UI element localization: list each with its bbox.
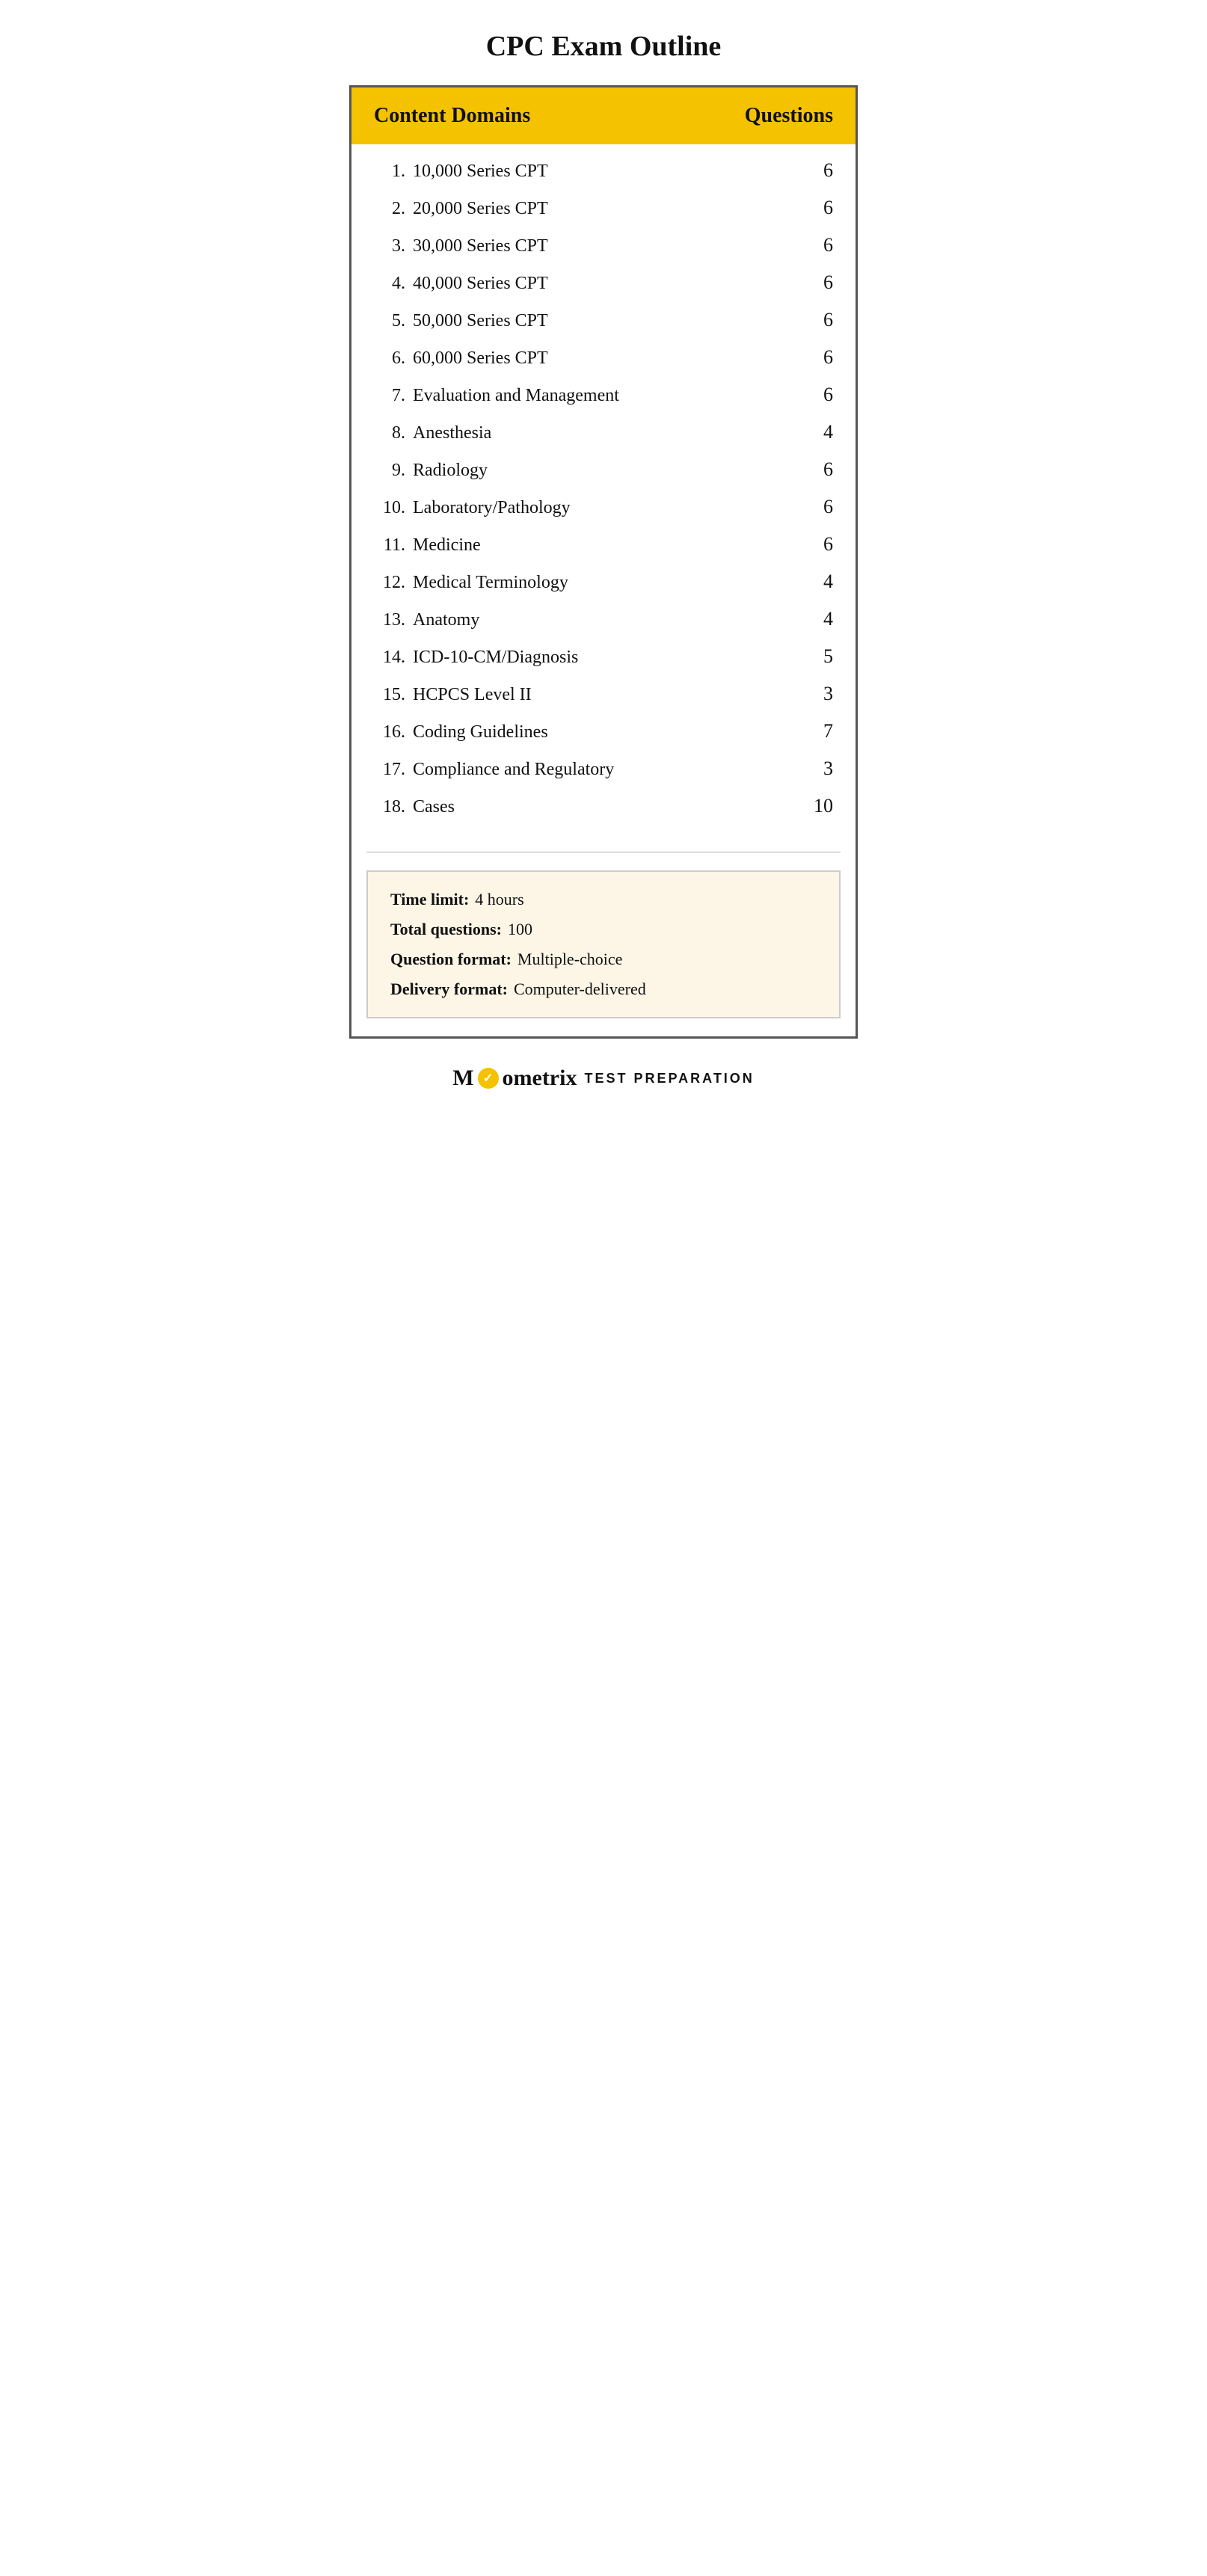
row-name: Medical Terminology bbox=[408, 573, 568, 593]
row-name: Anesthesia bbox=[408, 423, 491, 443]
table-row: 6. 60,000 Series CPT 6 bbox=[374, 339, 833, 376]
question-format-label: Question format: bbox=[390, 950, 512, 969]
row-name: 60,000 Series CPT bbox=[408, 348, 548, 369]
total-questions-value: 100 bbox=[508, 920, 532, 939]
row-number: 12. bbox=[374, 573, 405, 593]
row-name: 20,000 Series CPT bbox=[408, 199, 548, 219]
table-row: 4. 40,000 Series CPT 6 bbox=[374, 264, 833, 301]
table-row: 1. 10,000 Series CPT 6 bbox=[374, 152, 833, 189]
logo-test-preparation: TEST PREPARATION bbox=[584, 1071, 754, 1086]
row-name: Medicine bbox=[408, 535, 481, 556]
logo-etrix: ometrix bbox=[503, 1066, 577, 1091]
row-count: 5 bbox=[811, 645, 833, 668]
table-row: 14. ICD-10-CM/Diagnosis 5 bbox=[374, 638, 833, 675]
row-name: Cases bbox=[408, 797, 455, 817]
table-row: 7. Evaluation and Management 6 bbox=[374, 376, 833, 414]
footer-logo: M ✓ ometrix TEST PREPARATION bbox=[452, 1066, 755, 1091]
delivery-format-label: Delivery format: bbox=[390, 980, 508, 999]
row-number: 4. bbox=[374, 274, 405, 294]
row-count: 3 bbox=[811, 757, 833, 780]
row-count: 6 bbox=[811, 346, 833, 369]
total-questions-label: Total questions: bbox=[390, 920, 502, 939]
delivery-format-value: Computer-delivered bbox=[514, 980, 646, 999]
row-number: 11. bbox=[374, 535, 405, 556]
table-row: 8. Anesthesia 4 bbox=[374, 414, 833, 451]
page-title: CPC Exam Outline bbox=[486, 30, 722, 63]
info-delivery-format: Delivery format: Computer-delivered bbox=[390, 980, 817, 999]
row-count: 6 bbox=[811, 533, 833, 556]
info-question-format: Question format: Multiple-choice bbox=[390, 950, 817, 969]
row-name: Compliance and Regulatory bbox=[408, 760, 614, 780]
column-header-domains: Content Domains bbox=[374, 104, 530, 128]
row-name: Coding Guidelines bbox=[408, 722, 548, 743]
row-name: ICD-10-CM/Diagnosis bbox=[408, 648, 578, 668]
row-count: 6 bbox=[811, 197, 833, 219]
row-count: 6 bbox=[811, 234, 833, 256]
row-number: 10. bbox=[374, 498, 405, 518]
row-name: 10,000 Series CPT bbox=[408, 162, 548, 182]
row-count: 6 bbox=[811, 309, 833, 331]
row-count: 7 bbox=[811, 720, 833, 743]
table-row: 5. 50,000 Series CPT 6 bbox=[374, 301, 833, 339]
row-number: 5. bbox=[374, 311, 405, 331]
row-number: 8. bbox=[374, 423, 405, 443]
table-row: 10. Laboratory/Pathology 6 bbox=[374, 488, 833, 526]
row-number: 1. bbox=[374, 162, 405, 182]
row-name: Evaluation and Management bbox=[408, 386, 619, 406]
row-name: 30,000 Series CPT bbox=[408, 236, 548, 256]
info-box: Time limit: 4 hours Total questions: 100… bbox=[366, 870, 841, 1018]
table-row: 2. 20,000 Series CPT 6 bbox=[374, 189, 833, 227]
row-name: 50,000 Series CPT bbox=[408, 311, 548, 331]
row-count: 3 bbox=[811, 683, 833, 705]
row-number: 15. bbox=[374, 685, 405, 705]
row-count: 10 bbox=[811, 795, 833, 817]
time-limit-label: Time limit: bbox=[390, 890, 469, 909]
question-format-value: Multiple-choice bbox=[517, 950, 623, 969]
row-name: Anatomy bbox=[408, 610, 479, 630]
row-count: 4 bbox=[811, 571, 833, 593]
table-row: 11. Medicine 6 bbox=[374, 526, 833, 563]
row-number: 9. bbox=[374, 461, 405, 481]
row-number: 2. bbox=[374, 199, 405, 219]
time-limit-value: 4 hours bbox=[475, 890, 523, 909]
main-table: Content Domains Questions 1. 10,000 Seri… bbox=[349, 85, 858, 1039]
row-count: 6 bbox=[811, 271, 833, 294]
row-count: 6 bbox=[811, 384, 833, 406]
row-name: Laboratory/Pathology bbox=[408, 498, 571, 518]
table-row: 13. Anatomy 4 bbox=[374, 600, 833, 638]
row-count: 6 bbox=[811, 496, 833, 518]
table-row: 12. Medical Terminology 4 bbox=[374, 563, 833, 600]
row-name: Radiology bbox=[408, 461, 488, 481]
table-row: 3. 30,000 Series CPT 6 bbox=[374, 227, 833, 264]
row-count: 4 bbox=[811, 421, 833, 443]
logo-checkmark-icon: ✓ bbox=[478, 1068, 499, 1089]
row-number: 16. bbox=[374, 722, 405, 743]
row-count: 6 bbox=[811, 159, 833, 182]
logo-m: M bbox=[452, 1066, 473, 1091]
table-row: 18. Cases 10 bbox=[374, 787, 833, 825]
table-body: 1. 10,000 Series CPT 6 2. 20,000 Series … bbox=[351, 144, 856, 840]
table-row: 9. Radiology 6 bbox=[374, 451, 833, 488]
column-header-questions: Questions bbox=[745, 104, 833, 128]
row-count: 6 bbox=[811, 458, 833, 481]
table-row: 16. Coding Guidelines 7 bbox=[374, 713, 833, 750]
table-row: 15. HCPCS Level II 3 bbox=[374, 675, 833, 713]
row-number: 3. bbox=[374, 236, 405, 256]
row-name: HCPCS Level II bbox=[408, 685, 532, 705]
table-row: 17. Compliance and Regulatory 3 bbox=[374, 750, 833, 787]
row-number: 18. bbox=[374, 797, 405, 817]
table-header: Content Domains Questions bbox=[351, 87, 856, 144]
row-count: 4 bbox=[811, 608, 833, 630]
row-number: 7. bbox=[374, 386, 405, 406]
info-total-questions: Total questions: 100 bbox=[390, 920, 817, 939]
info-time-limit: Time limit: 4 hours bbox=[390, 890, 817, 909]
row-number: 17. bbox=[374, 760, 405, 780]
row-number: 6. bbox=[374, 348, 405, 369]
row-number: 14. bbox=[374, 648, 405, 668]
row-name: 40,000 Series CPT bbox=[408, 274, 548, 294]
row-number: 13. bbox=[374, 610, 405, 630]
